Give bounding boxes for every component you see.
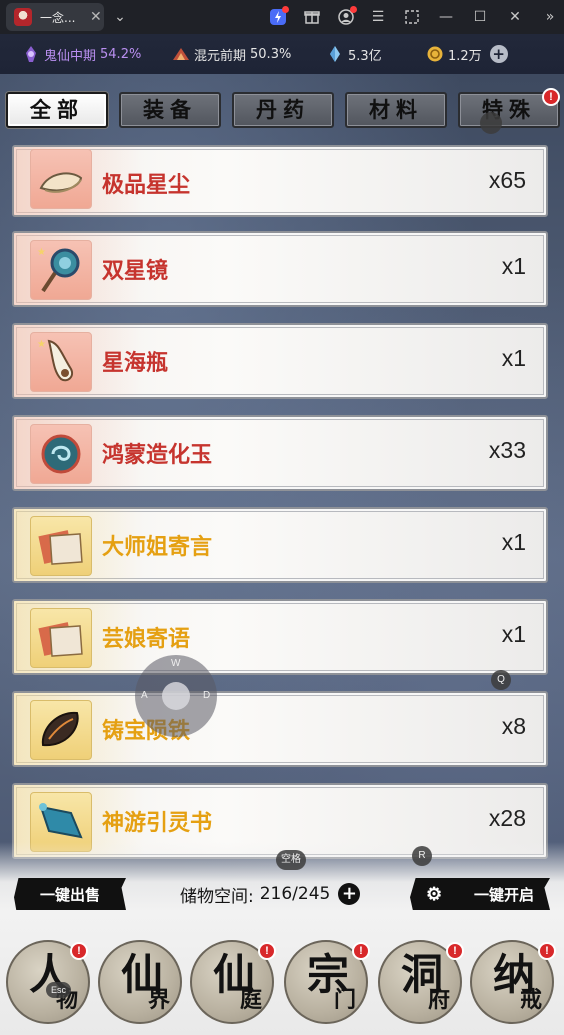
realm-name: 鬼仙中期 — [44, 48, 97, 64]
key-hint-esc[interactable]: Esc — [46, 982, 72, 998]
item-quantity: x1 — [501, 529, 526, 555]
nav-cave-mansion-badge: ! — [446, 942, 464, 960]
gear-icon: ⚙ — [425, 883, 443, 905]
letter-icon — [30, 516, 92, 576]
spirit-stone-stat: 5.3亿 — [326, 44, 382, 64]
item-name: 大师姐寄言 — [102, 534, 213, 560]
hongmeng-jade-icon — [30, 424, 92, 484]
window-titlebar: 一念... ✕ ⌄ ☰ — ☐ ✕ » — [0, 0, 564, 34]
stats-bar: 鬼仙中期 54.2% 混元前期 50.3% 5.3亿 1.2万 + — [0, 34, 564, 74]
nav-storage-ring-sub: 戒 — [519, 987, 542, 1013]
open-all-button[interactable]: ⚙ 一键开启 — [410, 878, 550, 910]
cultivation-name: 混元前期 — [194, 48, 247, 64]
item-quantity: x28 — [488, 805, 526, 831]
joystick-key-w: W — [171, 658, 181, 669]
nav-immortal-court-badge: ! — [258, 942, 276, 960]
nav-character-badge: ! — [70, 942, 88, 960]
nav-cave-mansion-sub: 府 — [427, 987, 450, 1013]
expand-icon[interactable]: » — [540, 7, 560, 27]
svg-text:★: ★ — [37, 247, 46, 258]
tab-close-icon[interactable]: ✕ — [90, 10, 102, 24]
item-quantity: x65 — [488, 167, 526, 193]
nav-immortal-realm-sub: 界 — [147, 987, 170, 1013]
item-name: 神游引灵书 — [102, 810, 213, 836]
tab-dropdown-icon[interactable]: ⌄ — [110, 7, 130, 27]
tab-pills[interactable]: 丹药 — [232, 92, 334, 128]
special-tab-badge: ! — [542, 88, 560, 106]
gift-box-icon[interactable] — [302, 7, 322, 27]
storage-value: 216/245 — [259, 884, 331, 904]
item-name: 极品星尘 — [102, 172, 191, 198]
storage-label: 储物空间: — [180, 886, 254, 907]
joystick-knob[interactable] — [162, 682, 190, 710]
item-quantity: x8 — [501, 713, 526, 739]
key-hint-r[interactable]: R — [412, 846, 432, 866]
key-hint-q[interactable]: Q — [491, 670, 511, 690]
virtual-joystick[interactable]: W A D — [135, 655, 217, 737]
overlay-circle-button[interactable] — [480, 112, 502, 134]
nav-immortal-court-sub: 庭 — [239, 987, 262, 1013]
realm-icon — [26, 46, 36, 62]
tab-equipment[interactable]: 装备 — [119, 92, 221, 128]
realm-stat: 鬼仙中期 54.2% — [22, 44, 141, 64]
svg-text:★: ★ — [37, 339, 46, 350]
cultivation-stat: 混元前期 50.3% — [172, 44, 291, 64]
expand-storage-button[interactable]: + — [338, 883, 361, 905]
stardust-icon — [30, 149, 92, 209]
item-name: 鸿蒙造化玉 — [102, 442, 213, 468]
item-name: 芸娘寄语 — [102, 626, 191, 652]
app-favicon-icon — [14, 8, 32, 26]
joystick-key-a: A — [141, 690, 148, 701]
open-all-label: 一键开启 — [474, 885, 535, 904]
item-quantity: x1 — [501, 621, 526, 647]
minimize-icon[interactable]: — — [436, 7, 456, 27]
star-sea-vase-icon: ★ — [30, 332, 92, 392]
cultivation-icon — [173, 48, 189, 60]
spirit-stone-value: 5.3亿 — [348, 48, 382, 64]
item-quantity: x1 — [501, 345, 526, 371]
tab-all[interactable]: 全部 — [6, 92, 108, 128]
sell-all-button[interactable]: 一键出售 — [14, 878, 126, 910]
tab-title: 一念... — [40, 10, 76, 25]
item-quantity: x1 — [501, 253, 526, 279]
spirit-stone-icon — [330, 46, 340, 62]
key-hint-space[interactable]: 空格 — [276, 850, 306, 870]
maximize-icon[interactable]: ☐ — [470, 7, 490, 27]
list-item[interactable]: ★ 星海瓶 x1 — [12, 323, 548, 399]
item-name: 双星镜 — [102, 258, 169, 284]
coin-value: 1.2万 — [448, 48, 482, 64]
screenshot-icon[interactable] — [402, 7, 422, 27]
nav-immortal-realm[interactable]: 仙 界 — [98, 940, 182, 1024]
browser-tab[interactable]: 一念... ✕ — [6, 3, 104, 31]
list-item[interactable]: 芸娘寄语 x1 — [12, 599, 548, 675]
tab-materials[interactable]: 材料 — [345, 92, 447, 128]
item-quantity: x33 — [488, 437, 526, 463]
meteor-iron-icon — [30, 700, 92, 760]
menu-icon[interactable]: ☰ — [368, 7, 388, 27]
item-name: 星海瓶 — [102, 350, 169, 376]
list-item[interactable]: 大师姐寄言 x1 — [12, 507, 548, 583]
coin-icon — [427, 46, 443, 62]
nav-sect-sub: 门 — [333, 987, 356, 1013]
cultivation-value: 50.3% — [250, 46, 292, 62]
storage-info: 储物空间: 216/245 + — [180, 883, 361, 907]
list-item[interactable]: 铸宝陨铁 x8 — [12, 691, 548, 767]
joystick-key-d: D — [203, 690, 211, 701]
ai-assistant-icon[interactable] — [268, 6, 289, 27]
close-icon[interactable]: ✕ — [505, 7, 525, 27]
add-coin-button[interactable]: + — [489, 45, 508, 63]
list-item[interactable]: 极品星尘 x65 — [12, 145, 548, 217]
twin-star-mirror-icon: ★ — [30, 240, 92, 300]
realm-value: 54.2% — [100, 46, 142, 62]
nav-storage-ring-badge: ! — [538, 942, 556, 960]
coin-stat: 1.2万 + — [426, 44, 508, 64]
letter-icon — [30, 608, 92, 668]
user-icon[interactable] — [336, 6, 357, 27]
list-item[interactable]: 鸿蒙造化玉 x33 — [12, 415, 548, 491]
list-item[interactable]: ★ 双星镜 x1 — [12, 231, 548, 307]
nav-sect-badge: ! — [352, 942, 370, 960]
